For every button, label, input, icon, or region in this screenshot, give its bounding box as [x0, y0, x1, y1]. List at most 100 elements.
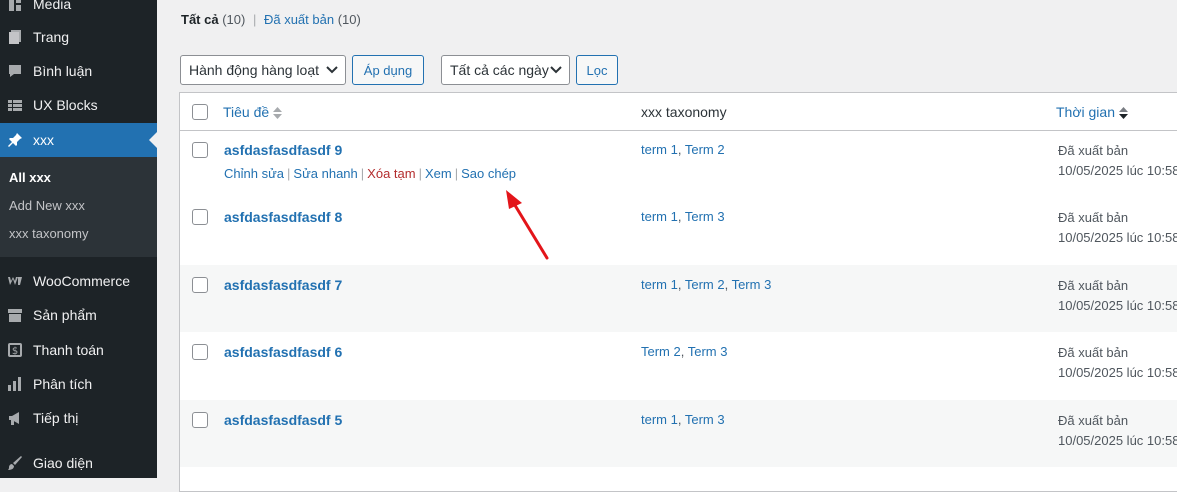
table-row: asfdasfasdfasdf 6 Term 2, Term 3 Đã xuất… — [180, 332, 1177, 399]
menu-item-analytics[interactable]: Phân tích — [0, 367, 157, 401]
post-date: Đã xuất bản 10/05/2025 lúc 10:58 — [1058, 343, 1177, 383]
post-datetime: 10/05/2025 lúc 10:58 — [1058, 163, 1177, 178]
filter-all-link[interactable]: Tất cả — [181, 12, 219, 27]
term-link[interactable]: term 1 — [641, 142, 678, 157]
pin-icon — [7, 132, 23, 148]
row-checkbox[interactable] — [192, 412, 208, 428]
menu-item-payments[interactable]: $ Thanh toán — [0, 333, 157, 367]
menu-label-woocommerce: WooCommerce — [33, 273, 130, 289]
post-title-link[interactable]: asfdasfasdfasdf 8 — [224, 209, 342, 225]
menu-label-comments: Bình luận — [33, 63, 93, 79]
row-actions: Chỉnh sửa | Sửa nhanh | Xóa tạm | Xem | Sao chép — [224, 166, 516, 181]
post-status: Đã xuất bản — [1058, 413, 1129, 428]
submenu-add-new-xxx[interactable]: Add New xxx — [9, 198, 85, 213]
taxonomy-terms: term 1, Term 2 — [641, 142, 725, 157]
edit-link[interactable]: Chỉnh sửa — [224, 166, 284, 181]
term-link[interactable]: Term 2 — [641, 344, 681, 359]
menu-label-ux-blocks: UX Blocks — [33, 97, 98, 113]
menu-item-marketing[interactable]: Tiếp thị — [0, 401, 157, 435]
term-link[interactable]: Term 3 — [685, 412, 725, 427]
taxonomy-terms: term 1, Term 3 — [641, 412, 725, 427]
menu-item-pages[interactable]: Trang — [0, 20, 157, 54]
row-action-sep: | — [454, 166, 459, 181]
status-filter-links: Tất cả (10) | Đã xuất bản (10) — [181, 12, 361, 27]
term-link[interactable]: term 1 — [641, 209, 678, 224]
post-title-link[interactable]: asfdasfasdfasdf 9 — [224, 142, 342, 158]
chart-icon — [7, 376, 23, 392]
chevron-down-icon — [326, 66, 338, 74]
column-date-header[interactable]: Thời gian — [1056, 104, 1128, 120]
comment-icon — [7, 63, 23, 79]
apply-button[interactable]: Áp dụng — [352, 55, 424, 85]
post-datetime: 10/05/2025 lúc 10:58 — [1058, 365, 1177, 380]
menu-item-comments[interactable]: Bình luận — [0, 54, 157, 88]
post-date: Đã xuất bản 10/05/2025 lúc 10:58 — [1058, 276, 1177, 316]
row-action-sep: | — [360, 166, 365, 181]
submenu-xxx-taxonomy[interactable]: xxx taxonomy — [9, 226, 88, 241]
post-date: Đã xuất bản 10/05/2025 lúc 10:58 — [1058, 411, 1177, 451]
row-checkbox[interactable] — [192, 344, 208, 360]
filter-published-link[interactable]: Đã xuất bản — [264, 12, 334, 27]
megaphone-icon — [7, 410, 23, 426]
post-title-link[interactable]: asfdasfasdfasdf 7 — [224, 277, 342, 293]
menu-item-media[interactable]: Media — [0, 0, 157, 21]
brush-icon — [7, 455, 23, 471]
xxx-submenu: All xxx Add New xxx xxx taxonomy — [0, 157, 157, 257]
select-all-checkbox[interactable] — [192, 104, 208, 120]
menu-item-products[interactable]: Sản phẩm — [0, 298, 157, 332]
posts-table: Tiêu đề xxx taxonomy Thời gian asfdasfas… — [179, 92, 1177, 492]
view-link[interactable]: Xem — [425, 166, 452, 181]
term-link[interactable]: Term 2 — [685, 277, 725, 292]
menu-item-woocommerce[interactable]: WooCommerce — [0, 264, 157, 298]
submenu-all-xxx[interactable]: All xxx — [9, 170, 51, 185]
row-checkbox[interactable] — [192, 209, 208, 225]
post-title-link[interactable]: asfdasfasdfasdf 5 — [224, 412, 342, 428]
trash-link[interactable]: Xóa tạm — [367, 166, 415, 181]
term-link[interactable]: Term 3 — [685, 209, 725, 224]
post-title-link[interactable]: asfdasfasdfasdf 6 — [224, 344, 342, 360]
column-title-header[interactable]: Tiêu đề — [223, 104, 283, 120]
column-title-label: Tiêu đề — [223, 104, 270, 120]
sort-icon — [273, 107, 283, 120]
row-checkbox[interactable] — [192, 142, 208, 158]
post-status: Đã xuất bản — [1058, 278, 1129, 293]
duplicate-link[interactable]: Sao chép — [461, 166, 516, 181]
term-link[interactable]: term 1 — [641, 277, 678, 292]
woocommerce-icon — [7, 273, 23, 289]
post-datetime: 10/05/2025 lúc 10:58 — [1058, 230, 1177, 245]
post-status: Đã xuất bản — [1058, 210, 1129, 225]
taxonomy-terms: Term 2, Term 3 — [641, 344, 728, 359]
post-date: Đã xuất bản 10/05/2025 lúc 10:58 — [1058, 141, 1177, 181]
date-filter-select[interactable]: Tất cả các ngày — [441, 55, 570, 85]
term-link[interactable]: Term 3 — [688, 344, 728, 359]
table-row: asfdasfasdfasdf 7 term 1, Term 2, Term 3… — [180, 265, 1177, 332]
menu-item-appearance[interactable]: Giao diện — [0, 446, 157, 480]
post-date: Đã xuất bản 10/05/2025 lúc 10:58 — [1058, 208, 1177, 248]
column-taxonomy-header: xxx taxonomy — [641, 104, 727, 120]
menu-item-ux-blocks[interactable]: UX Blocks — [0, 88, 157, 122]
filter-separator: | — [252, 12, 257, 27]
quick-edit-link[interactable]: Sửa nhanh — [293, 166, 357, 181]
post-datetime: 10/05/2025 lúc 10:58 — [1058, 433, 1177, 448]
term-link[interactable]: Term 3 — [732, 277, 772, 292]
table-row: asfdasfasdfasdf 8 term 1, Term 3 Đã xuất… — [180, 197, 1177, 264]
row-action-sep: | — [287, 166, 291, 181]
column-date-label: Thời gian — [1056, 104, 1115, 120]
date-filter-value: Tất cả các ngày — [450, 62, 549, 78]
filter-button[interactable]: Lọc — [576, 55, 618, 85]
row-checkbox[interactable] — [192, 277, 208, 293]
admin-sidebar: Media Trang Bình luận UX Blocks xxx All … — [0, 0, 157, 478]
bulk-action-select[interactable]: Hành động hàng loạt — [180, 55, 346, 85]
media-icon — [7, 0, 23, 12]
post-datetime: 10/05/2025 lúc 10:58 — [1058, 298, 1177, 313]
table-row: asfdasfasdfasdf 5 term 1, Term 3 Đã xuất… — [180, 400, 1177, 467]
menu-label-pages: Trang — [33, 29, 70, 45]
term-link[interactable]: Term 2 — [685, 142, 725, 157]
sort-desc-icon — [1119, 107, 1128, 120]
filter-all-count: (10) — [222, 12, 246, 27]
menu-item-xxx[interactable]: xxx — [0, 123, 157, 157]
svg-text:$: $ — [12, 346, 18, 357]
term-link[interactable]: term 1 — [641, 412, 678, 427]
taxonomy-terms: term 1, Term 3 — [641, 209, 725, 224]
filter-published-count: (10) — [337, 12, 361, 27]
